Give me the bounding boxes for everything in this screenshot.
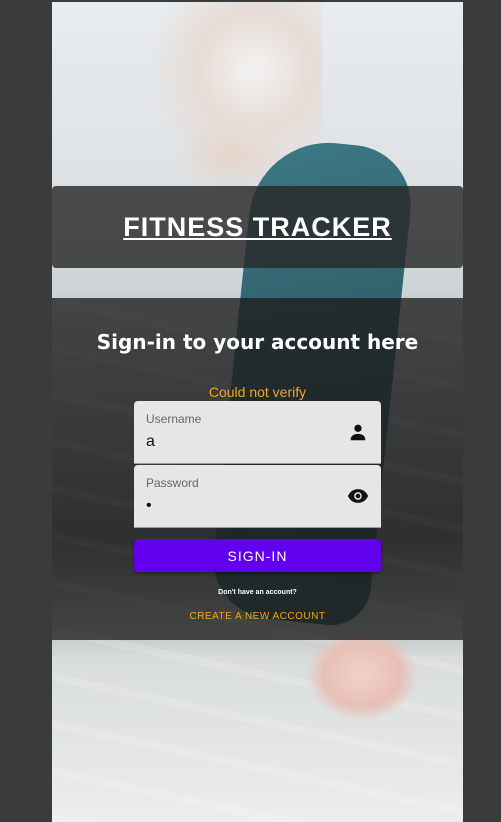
background-photo-shoe [307,630,417,720]
username-input[interactable]: a [146,433,155,451]
sign-in-button[interactable]: SIGN-IN [134,539,381,572]
eye-icon[interactable] [347,485,369,507]
login-heading: Sign-in to your account here [96,330,419,354]
password-field[interactable]: Password • [134,465,381,528]
username-label: Username [146,412,202,426]
login-card: Sign-in to your account here Could not v… [52,298,463,640]
person-icon [350,424,366,441]
background-photo-runner-top [152,2,322,172]
password-input[interactable]: • [146,497,152,515]
app-screen: FITNESS TRACKER Sign-in to your account … [52,2,463,822]
create-account-link[interactable]: CREATE A NEW ACCOUNT [52,611,463,622]
username-field[interactable]: Username a [134,401,381,464]
no-account-text: Don't have an account? [218,589,297,596]
password-label: Password [146,476,199,490]
error-message: Could not verify [208,384,307,400]
app-title: FITNESS TRACKER [123,211,392,242]
app-header: FITNESS TRACKER [52,186,463,268]
